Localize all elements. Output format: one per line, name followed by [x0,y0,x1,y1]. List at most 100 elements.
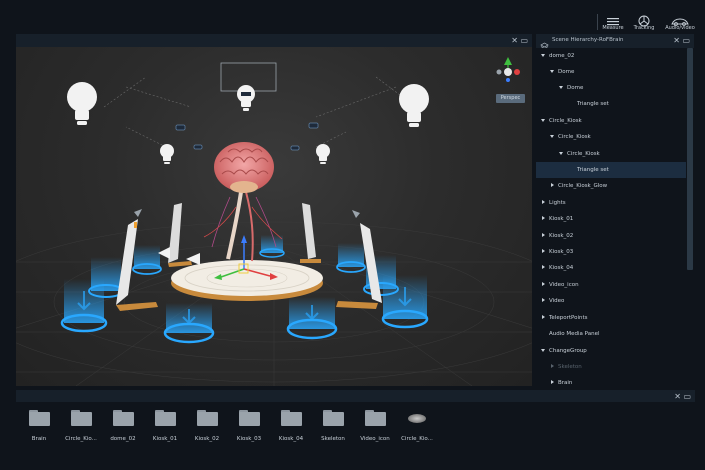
tree-item[interactable]: Circle_Kiosk [536,113,686,129]
tree-item-label: Dome [558,69,575,75]
tree-item[interactable]: Circle_Kiosk [536,146,686,162]
asset-folder[interactable]: Kiosk_04 [271,410,311,450]
tree-item-label: Kiosk_02 [549,233,574,239]
tracking-icon [625,12,663,27]
tree-item-label: Kiosk_03 [549,249,574,255]
folder-icon [154,410,176,426]
asset-label: Circle_Kio... [65,436,97,442]
maximize-icon[interactable]: ▭ [520,36,528,45]
asset-folder[interactable]: Video_icon [355,410,395,450]
tree-item-label: ChangeGroup [549,348,587,354]
tree-item[interactable]: Audio Media Panel [536,326,686,342]
expand-arrow-icon[interactable] [541,54,545,57]
tree-item[interactable]: dome_02 [536,48,686,64]
asset-label: Skeleton [321,436,345,442]
bulb-icon [160,144,174,164]
asset-label: Kiosk_02 [194,436,220,442]
collapse-arrow-icon[interactable] [551,364,554,368]
asset-folder[interactable]: Kiosk_03 [229,410,269,450]
tree-item[interactable]: Dome [536,80,686,96]
tree-item[interactable]: Kiosk_02 [536,228,686,244]
folder-icon [112,410,134,426]
collapse-arrow-icon[interactable] [551,380,554,384]
hierarchy-header: Scene Hierarchy-RoFBrain ✕ ▭ [536,34,694,51]
projection-toggle[interactable]: Perspec [496,94,525,103]
folder-icon [238,410,260,426]
collapse-arrow-icon[interactable] [542,282,545,286]
tree-item-label: Lights [549,200,566,206]
maximize-icon[interactable]: ▭ [683,392,691,401]
tree-item[interactable]: Lights [536,195,686,211]
close-icon[interactable]: ✕ [674,392,681,401]
tree-item-label: Video [549,298,565,304]
expand-arrow-icon[interactable] [559,152,563,155]
collapse-arrow-icon[interactable] [542,200,545,204]
tree-item[interactable]: Video_icon [536,277,686,293]
expand-arrow-icon[interactable] [541,119,545,122]
folder-icon [364,410,386,426]
expand-arrow-icon[interactable] [550,70,554,73]
tree-item[interactable]: Dome [536,64,686,80]
close-icon[interactable]: ✕ [511,36,518,45]
asset-folder[interactable]: dome_02 [103,410,143,450]
expand-arrow-icon[interactable] [550,135,554,138]
tree-item[interactable]: Circle_Kiosk_Glow [536,178,686,194]
collapse-arrow-icon[interactable] [542,233,545,237]
expand-arrow-icon[interactable] [559,86,563,89]
asset-label: Circle_Kio... [401,436,433,442]
tree-item[interactable]: ChangeGroup [536,343,686,359]
scene-hierarchy-tree[interactable]: dome_02 Dome Dome Triangle set Circle_Ki… [536,48,686,386]
collapse-arrow-icon[interactable] [542,265,545,269]
tree-item[interactable]: TeleportPoints [536,310,686,326]
scene-render [16,57,532,386]
audiovideo-label: Audio/video [665,25,695,31]
collapse-arrow-icon[interactable] [542,315,545,319]
close-icon[interactable]: ✕ [673,36,680,45]
tree-item-label: dome_02 [549,53,575,59]
tree-item-label: Triangle set [577,167,609,173]
tree-item-label: Video_icon [549,282,579,288]
scene-viewport[interactable] [16,47,532,386]
collapse-arrow-icon[interactable] [542,216,545,220]
tree-item[interactable]: Circle_Kiosk [536,129,686,145]
collapse-arrow-icon[interactable] [542,298,545,302]
tree-item-label: Circle_Kiosk [549,118,582,124]
audiovideo-tool-button[interactable]: Audio/video [661,12,699,34]
asset-folder[interactable]: Kiosk_02 [187,410,227,450]
folder-icon [70,410,92,426]
tree-item-label: Triangle set [577,101,609,107]
tree-item-label: Dome [567,85,584,91]
tree-item[interactable]: Kiosk_04 [536,260,686,276]
hierarchy-window-controls: ✕ ▭ [673,36,690,45]
tree-item-label: Skeleton [558,364,582,370]
maximize-icon[interactable]: ▭ [682,36,690,45]
tracking-tool-button[interactable]: Tracking [625,12,663,34]
folder-icon [322,410,344,426]
tree-item-selected[interactable]: Triangle set [536,162,686,178]
asset-label: Video_icon [360,436,390,442]
tree-item[interactable]: Skeleton [536,359,686,375]
asset-model[interactable]: Circle_Kio... [397,410,437,450]
asset-folder[interactable]: Brain [19,410,59,450]
asset-folder[interactable]: Skeleton [313,410,353,450]
hierarchy-scroll-thumb[interactable] [687,48,693,270]
viewport-header: ✕ ▭ [16,34,532,47]
folder-icon [196,410,218,426]
asset-browser: Brain Circle_Kio... dome_02 Kiosk_01 Kio… [16,402,695,460]
tree-item-label: Circle_Kiosk [558,134,591,140]
asset-folder[interactable]: Circle_Kio... [61,410,101,450]
tree-item-label: Kiosk_01 [549,216,574,222]
tree-item[interactable]: Kiosk_01 [536,211,686,227]
tree-item[interactable]: Kiosk_03 [536,244,686,260]
collapse-arrow-icon[interactable] [542,249,545,253]
tree-item-label: Audio Media Panel [549,331,600,337]
tree-item-label: TeleportPoints [549,315,588,321]
tree-item[interactable]: Video [536,293,686,309]
expand-arrow-icon[interactable] [541,349,545,352]
tree-item[interactable]: Triangle set [536,96,686,112]
center-platform [158,247,323,301]
audiovideo-icon [661,12,699,26]
tree-item[interactable]: Brain [536,375,686,386]
collapse-arrow-icon[interactable] [551,183,554,187]
asset-folder[interactable]: Kiosk_01 [145,410,185,450]
